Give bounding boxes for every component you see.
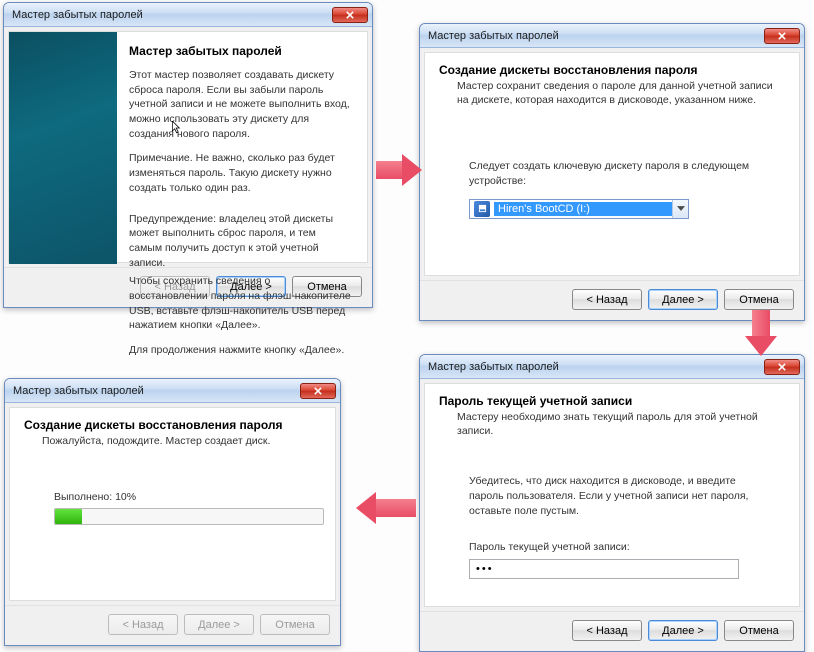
dialog-step-progress: Мастер забытых паролей Создание дискеты … — [4, 378, 341, 646]
step-heading: Создание дискеты восстановления пароля — [24, 418, 321, 432]
flow-arrow-down-icon — [745, 310, 777, 356]
close-icon — [778, 32, 786, 40]
wizard-text: Чтобы сохранить сведения о восстановлени… — [129, 274, 351, 333]
progress-fill — [55, 509, 82, 524]
titlebar[interactable]: Мастер забытых паролей — [420, 355, 804, 379]
step-subheading: Мастер сохранит сведения о пароле для да… — [457, 79, 785, 107]
close-icon — [314, 387, 322, 395]
drive-dropdown[interactable]: Hiren's BootCD (I:) — [469, 199, 689, 219]
next-button[interactable]: Далее > — [648, 289, 718, 310]
drive-label: Следует создать ключевую дискету пароля … — [469, 159, 785, 188]
progress-label: Выполнено: 10% — [54, 490, 321, 505]
titlebar[interactable]: Мастер забытых паролей — [4, 3, 372, 27]
cancel-button: Отмена — [260, 614, 330, 635]
step-subheading: Пожалуйста, подождите. Мастер создает ди… — [42, 434, 321, 448]
next-button: Далее > — [184, 614, 254, 635]
progress-bar — [54, 508, 324, 525]
dialog-step-intro: Мастер забытых паролей Мастер забытых па… — [3, 2, 373, 308]
window-title: Мастер забытых паролей — [428, 30, 764, 42]
drive-selected: Hiren's BootCD (I:) — [494, 202, 672, 216]
wizard-text: Примечание. Не важно, сколько раз будет … — [129, 151, 351, 195]
wizard-text: Этот мастер позволяет создавать дискету … — [129, 68, 351, 141]
close-icon — [346, 11, 354, 19]
close-icon — [778, 363, 786, 371]
dialog-step-select-drive: Мастер забытых паролей Создание дискеты … — [419, 23, 805, 321]
close-button[interactable] — [300, 383, 336, 399]
close-button[interactable] — [764, 28, 800, 44]
window-title: Мастер забытых паролей — [13, 385, 300, 397]
wizard-text: Для продолжения нажмите кнопку «Далее». — [129, 343, 351, 358]
next-button[interactable]: Далее > — [648, 620, 718, 641]
dialog-step-enter-password: Мастер забытых паролей Пароль текущей уч… — [419, 354, 805, 652]
step-heading: Создание дискеты восстановления пароля — [439, 63, 785, 77]
back-button: < Назад — [108, 614, 178, 635]
wizard-side-panel — [9, 32, 117, 264]
button-row: < Назад Далее > Отмена — [420, 611, 804, 651]
close-button[interactable] — [332, 7, 368, 23]
titlebar[interactable]: Мастер забытых паролей — [5, 379, 340, 403]
step-heading: Пароль текущей учетной записи — [439, 394, 785, 408]
password-input[interactable] — [469, 559, 739, 579]
window-title: Мастер забытых паролей — [12, 9, 332, 21]
password-label: Пароль текущей учетной записи: — [469, 540, 785, 555]
back-button[interactable]: < Назад — [572, 620, 642, 641]
dropdown-arrow-icon[interactable] — [672, 200, 688, 218]
wizard-heading: Мастер забытых паролей — [129, 44, 351, 58]
wizard-text: Предупреждение: владелец этой дискеты мо… — [129, 212, 351, 271]
flow-arrow-right-icon — [376, 154, 422, 186]
password-hint: Убедитесь, что диск находится в дисковод… — [469, 474, 769, 518]
close-button[interactable] — [764, 359, 800, 375]
back-button[interactable]: < Назад — [572, 289, 642, 310]
drive-icon — [474, 201, 490, 217]
flow-arrow-left-icon — [356, 492, 416, 524]
button-row: < Назад Далее > Отмена — [5, 605, 340, 645]
step-subheading: Мастеру необходимо знать текущий пароль … — [457, 410, 785, 438]
cancel-button[interactable]: Отмена — [724, 289, 794, 310]
window-title: Мастер забытых паролей — [428, 361, 764, 373]
cancel-button[interactable]: Отмена — [724, 620, 794, 641]
titlebar[interactable]: Мастер забытых паролей — [420, 24, 804, 48]
